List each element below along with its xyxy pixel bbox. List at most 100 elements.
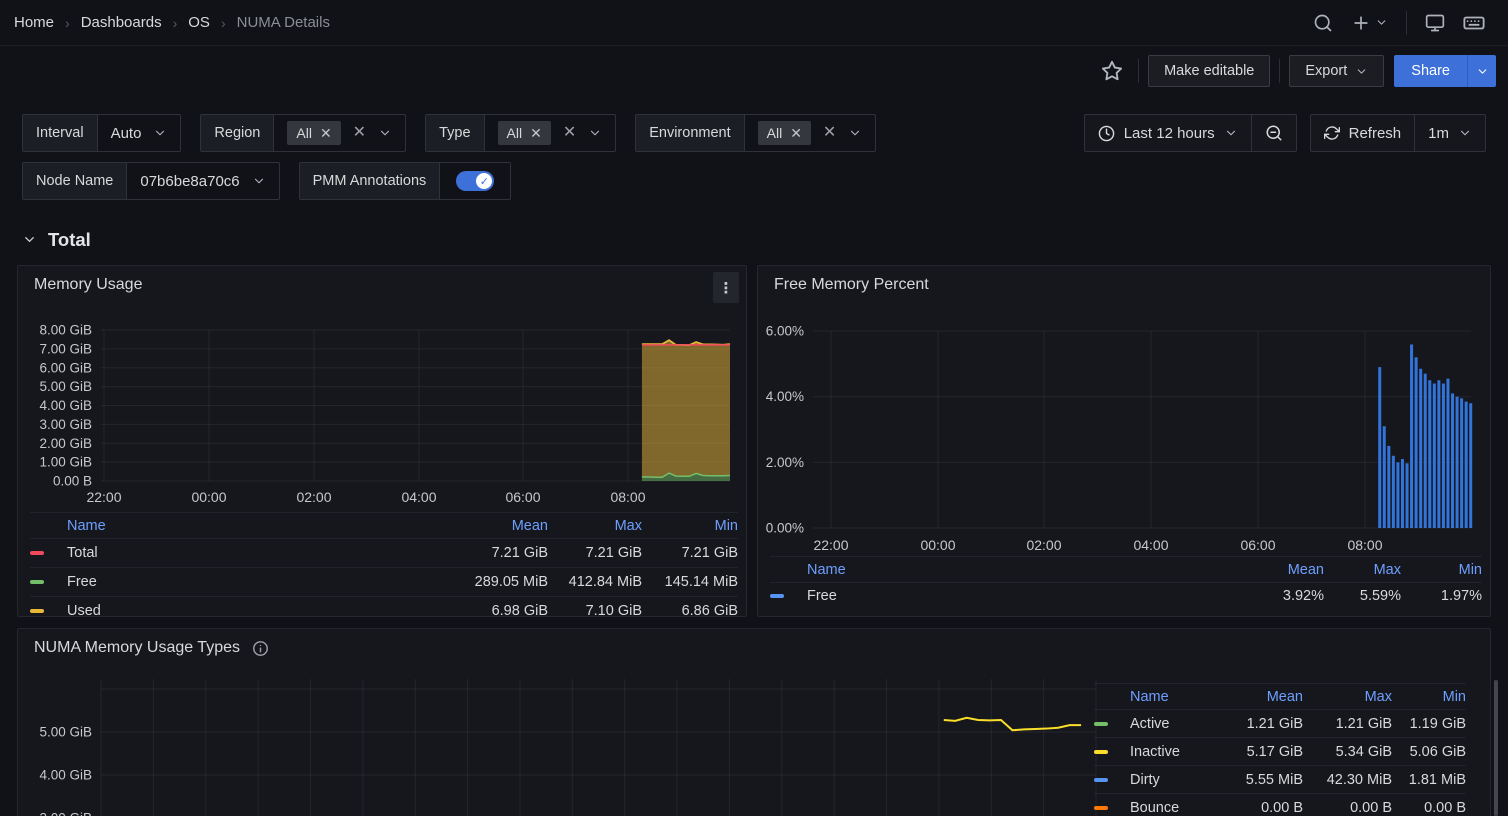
panel-title[interactable]: Memory Usage: [34, 276, 142, 294]
legend-header-name[interactable]: Name: [807, 562, 1234, 578]
legend-header-min[interactable]: Min: [642, 518, 738, 534]
filter-type-select[interactable]: All ✕ ✕: [485, 115, 616, 151]
panel-title[interactable]: Free Memory Percent: [774, 276, 929, 294]
pmm-annotations-control: PMM Annotations ✓: [299, 162, 512, 200]
filter-node-name-select[interactable]: 07b6be8a70c6: [127, 163, 278, 199]
memory-usage-legend: NameMeanMaxMinTotal7.21 GiB7.21 GiB7.21 …: [30, 512, 738, 617]
breadcrumb-separator: ›: [65, 15, 70, 31]
legend-header-min[interactable]: Min: [1401, 562, 1482, 578]
panel-free-memory-percent: Free Memory Percent 6.00%4.00%2.00%0.00%…: [757, 265, 1491, 617]
svg-text:04:00: 04:00: [401, 489, 436, 505]
breadcrumb-dashboards[interactable]: Dashboards: [81, 14, 162, 31]
search-icon[interactable]: [1304, 6, 1342, 40]
legend-series-name[interactable]: Used: [67, 603, 448, 617]
remove-chip-icon[interactable]: ✕: [530, 126, 542, 140]
chip-label: All: [296, 125, 312, 141]
breadcrumb-os[interactable]: OS: [188, 14, 210, 31]
series-swatch-icon: [1094, 806, 1108, 810]
refresh-interval-picker[interactable]: 1m: [1414, 115, 1485, 151]
free-memory-percent-chart[interactable]: 6.00%4.00%2.00%0.00%22:0000:0002:0004:00…: [758, 314, 1491, 556]
legend-header-mean[interactable]: Mean: [1234, 562, 1324, 578]
legend-series-name[interactable]: Active: [1130, 716, 1213, 732]
legend-max-value: 7.21 GiB: [548, 545, 642, 561]
section-row-total[interactable]: Total: [22, 226, 1508, 253]
filter-environment-select[interactable]: All ✕ ✕: [745, 115, 876, 151]
svg-text:3.00 GiB: 3.00 GiB: [39, 811, 92, 816]
legend-header-min[interactable]: Min: [1392, 689, 1466, 705]
legend-header-mean[interactable]: Mean: [448, 518, 548, 534]
memory-usage-chart[interactable]: 8.00 GiB7.00 GiB6.00 GiB5.00 GiB4.00 GiB…: [18, 314, 747, 526]
legend-header-mean[interactable]: Mean: [1213, 689, 1303, 705]
share-split-button: Share: [1394, 55, 1496, 87]
legend-series-name[interactable]: Free: [807, 588, 1234, 604]
svg-text:6.00 GiB: 6.00 GiB: [39, 360, 92, 375]
legend-row-dirty: Dirty5.55 MiB42.30 MiB1.81 MiB: [1094, 765, 1466, 793]
breadcrumb-separator: ›: [173, 15, 178, 31]
info-icon[interactable]: [252, 640, 269, 657]
chip-label: All: [767, 125, 783, 141]
refresh-button[interactable]: Refresh: [1311, 115, 1415, 151]
legend-series-name[interactable]: Bounce: [1130, 800, 1213, 816]
svg-text:7.00 GiB: 7.00 GiB: [39, 341, 92, 356]
page-scrollbar[interactable]: [1494, 680, 1498, 816]
clear-selection-icon[interactable]: ✕: [353, 125, 366, 141]
clear-selection-icon[interactable]: ✕: [823, 125, 836, 141]
dashboard-page: Home › Dashboards › OS › NUMA Details: [0, 0, 1508, 816]
legend-mean-value: 289.05 MiB: [448, 574, 548, 590]
legend-header-max[interactable]: Max: [1324, 562, 1401, 578]
add-menu-button[interactable]: [1342, 6, 1397, 40]
legend-header-name[interactable]: Name: [1130, 689, 1213, 705]
chip-label: All: [507, 125, 523, 141]
breadcrumb-home[interactable]: Home: [14, 14, 54, 31]
filter-region-select[interactable]: All ✕ ✕: [274, 115, 405, 151]
legend-series-name[interactable]: Total: [67, 545, 448, 561]
legend-mean-value: 5.17 GiB: [1213, 744, 1303, 760]
svg-text:22:00: 22:00: [813, 537, 848, 553]
series-swatch-icon: [1094, 778, 1108, 782]
zoom-out-button[interactable]: [1251, 115, 1296, 151]
numa-types-legend[interactable]: NameMeanMaxMinActive1.21 GiB1.21 GiB1.19…: [1094, 683, 1484, 816]
legend-min-value: 7.21 GiB: [642, 545, 738, 561]
legend-series-name[interactable]: Free: [67, 574, 448, 590]
chevron-down-icon: [588, 126, 602, 140]
filter-region-chip[interactable]: All ✕: [287, 121, 340, 145]
breadcrumb-separator: ›: [221, 15, 226, 31]
legend-row-total: Total7.21 GiB7.21 GiB7.21 GiB: [30, 538, 738, 567]
legend-header-name[interactable]: Name: [67, 518, 448, 534]
legend-min-value: 1.19 GiB: [1392, 716, 1466, 732]
filter-environment-chip[interactable]: All ✕: [758, 121, 811, 145]
make-editable-button[interactable]: Make editable: [1148, 55, 1270, 87]
filter-region-label: Region: [201, 115, 274, 151]
section-title: Total: [48, 229, 91, 251]
chevron-down-icon: [22, 232, 37, 247]
legend-header-max[interactable]: Max: [548, 518, 642, 534]
chevron-down-icon: [153, 126, 167, 140]
filter-interval-value: Auto: [111, 125, 142, 142]
keyboard-icon[interactable]: [1454, 6, 1494, 40]
svg-text:2.00%: 2.00%: [766, 455, 804, 470]
legend-row-used: Used6.98 GiB7.10 GiB6.86 GiB: [30, 596, 738, 617]
clear-selection-icon[interactable]: ✕: [563, 125, 576, 141]
remove-chip-icon[interactable]: ✕: [790, 126, 802, 140]
pmm-annotations-toggle[interactable]: ✓: [456, 171, 494, 191]
svg-text:00:00: 00:00: [191, 489, 226, 505]
legend-series-name[interactable]: Dirty: [1130, 772, 1213, 788]
filter-type-chip[interactable]: All ✕: [498, 121, 551, 145]
remove-chip-icon[interactable]: ✕: [320, 126, 332, 140]
filter-interval: Interval Auto: [22, 114, 181, 152]
panel-title[interactable]: NUMA Memory Usage Types: [34, 639, 269, 657]
filter-interval-select[interactable]: Auto: [98, 115, 181, 151]
legend-header-max[interactable]: Max: [1303, 689, 1392, 705]
breadcrumb-bar: Home › Dashboards › OS › NUMA Details: [0, 0, 1508, 46]
monitor-icon[interactable]: [1416, 6, 1454, 40]
export-button[interactable]: Export: [1289, 55, 1384, 87]
star-icon[interactable]: [1095, 60, 1129, 82]
share-dropdown-button[interactable]: [1467, 55, 1496, 87]
svg-text:08:00: 08:00: [1347, 537, 1382, 553]
legend-mean-value: 5.55 MiB: [1213, 772, 1303, 788]
panel-menu-kebab-icon[interactable]: ⋮: [713, 272, 739, 303]
refresh-label: Refresh: [1349, 125, 1402, 142]
time-range-picker[interactable]: Last 12 hours: [1085, 115, 1251, 151]
legend-series-name[interactable]: Inactive: [1130, 744, 1213, 760]
share-button[interactable]: Share: [1394, 55, 1467, 87]
